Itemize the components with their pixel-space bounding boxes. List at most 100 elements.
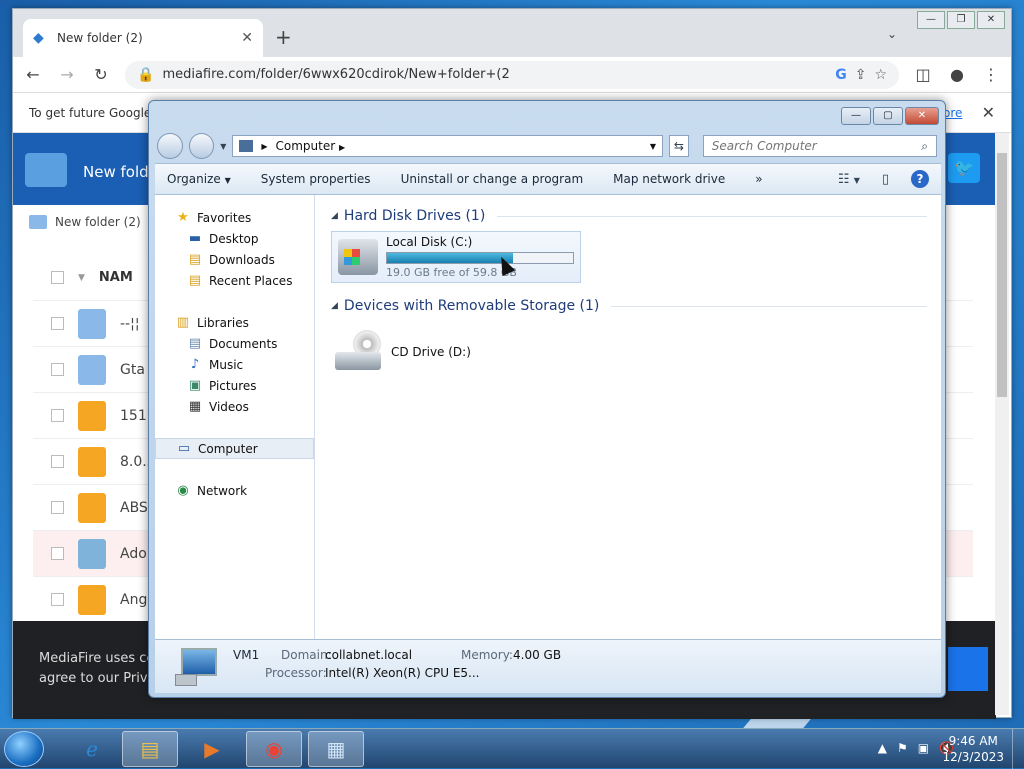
uninstall-program-button[interactable]: Uninstall or change a program: [401, 172, 584, 186]
column-header-name[interactable]: NAM: [99, 270, 133, 285]
file-name[interactable]: Ang: [120, 592, 147, 608]
explorer-close-button[interactable]: ✕: [905, 107, 939, 125]
explorer-maximize-button[interactable]: ▢: [873, 107, 903, 125]
side-panel-icon[interactable]: ◫: [913, 65, 933, 84]
computer-window-taskbar-icon[interactable]: ▦: [308, 731, 364, 767]
row-checkbox[interactable]: [51, 363, 64, 376]
chrome-window-controls: — ❐ ✕: [917, 11, 1005, 29]
search-icon[interactable]: ⌕: [921, 139, 928, 154]
file-explorer-taskbar-icon[interactable]: ▤: [122, 731, 178, 767]
new-tab-button[interactable]: +: [275, 25, 292, 49]
row-checkbox[interactable]: [51, 455, 64, 468]
cookie-accept-button[interactable]: [948, 647, 988, 691]
nav-favorites[interactable]: ★ Favorites: [155, 207, 314, 228]
explorer-search-box[interactable]: ⌕: [702, 135, 937, 157]
bookmark-star-icon[interactable]: ☆: [874, 67, 887, 83]
exe-file-icon: [78, 538, 106, 569]
organize-button[interactable]: Organize ▼: [167, 172, 231, 186]
collapse-triangle-icon[interactable]: ◢: [331, 301, 338, 311]
close-tab-icon[interactable]: ✕: [241, 30, 253, 46]
network-tray-icon[interactable]: ▣: [918, 741, 929, 755]
back-button[interactable]: [157, 133, 183, 159]
lock-icon[interactable]: 🔒: [137, 67, 154, 83]
group-hard-disk-drives[interactable]: ◢ Hard Disk Drives (1): [331, 205, 927, 227]
nav-videos[interactable]: ▦ Videos: [155, 396, 314, 417]
reload-icon[interactable]: ↻: [91, 65, 111, 84]
minimize-button[interactable]: —: [917, 11, 945, 29]
cd-drive-d-tile[interactable]: CD Drive (D:): [331, 327, 927, 377]
chrome-taskbar-icon[interactable]: ◉: [246, 731, 302, 767]
restore-button[interactable]: ❐: [947, 11, 975, 29]
close-window-button[interactable]: ✕: [977, 11, 1005, 29]
address-bar[interactable]: 🔒 mediafire.com/folder/6wwx620cdirok/New…: [125, 60, 899, 89]
explorer-minimize-button[interactable]: —: [841, 107, 871, 125]
media-player-icon[interactable]: ▶: [184, 731, 240, 767]
clock[interactable]: 9:46 AM 12/3/2023: [942, 733, 1004, 765]
refresh-button[interactable]: ⇆: [669, 135, 689, 157]
file-name[interactable]: Gta: [120, 362, 145, 378]
cd-drive-name: CD Drive (D:): [391, 345, 471, 359]
collapse-triangle-icon[interactable]: ◢: [331, 211, 338, 221]
recent-pages-chevron-icon[interactable]: ▼: [220, 142, 226, 151]
network-icon: ◉: [177, 482, 189, 498]
infobar-close-icon[interactable]: ✕: [982, 103, 995, 122]
help-icon[interactable]: ?: [911, 170, 929, 188]
group-removable-storage[interactable]: ◢ Devices with Removable Storage (1): [331, 295, 927, 317]
scrollbar-thumb[interactable]: [997, 153, 1007, 397]
zip-file-icon: [78, 446, 106, 477]
nav-music[interactable]: ♪ Music: [155, 354, 314, 375]
browser-tab[interactable]: ◆ New folder (2) ✕: [23, 19, 263, 57]
profile-avatar-icon[interactable]: ●: [947, 65, 967, 84]
preview-pane-icon[interactable]: ▯: [882, 172, 889, 187]
nav-network[interactable]: ◉ Network: [155, 480, 314, 501]
nav-recent-places[interactable]: ▤ Recent Places: [155, 270, 314, 291]
explorer-address-bar[interactable]: ▶ Computer ▶ ▼: [232, 135, 664, 157]
nav-computer[interactable]: ▭ Computer: [155, 438, 314, 459]
action-center-icon[interactable]: ⚑: [897, 741, 908, 755]
system-properties-button[interactable]: System properties: [261, 172, 371, 186]
row-checkbox[interactable]: [51, 409, 64, 422]
start-button[interactable]: [4, 731, 44, 767]
url-text[interactable]: mediafire.com/folder/6wwx620cdirok/New+f…: [162, 67, 827, 82]
search-input[interactable]: [711, 139, 922, 153]
show-hidden-icons-icon[interactable]: ▲: [878, 741, 887, 755]
breadcrumb[interactable]: New folder (2): [29, 215, 141, 229]
row-checkbox[interactable]: [51, 317, 64, 330]
file-name[interactable]: --¦¦: [120, 316, 140, 332]
clock-time: 9:46 AM: [948, 734, 998, 748]
row-checkbox[interactable]: [51, 501, 64, 514]
tab-search-chevron-icon[interactable]: ⌄: [887, 27, 897, 41]
explorer-body: ★ Favorites ▬ Desktop ▤ Downloads ▤ Recent P…: [155, 195, 941, 639]
row-checkbox[interactable]: [51, 547, 64, 560]
file-name[interactable]: ABS: [120, 500, 148, 516]
breadcrumb-label[interactable]: New folder (2): [55, 215, 141, 229]
sort-chevron-icon[interactable]: ▼: [78, 273, 85, 283]
map-network-drive-button[interactable]: Map network drive: [613, 172, 725, 186]
zip-file-icon: [78, 584, 106, 615]
select-all-checkbox[interactable]: [51, 271, 64, 284]
internet-explorer-icon[interactable]: ℯ: [64, 731, 120, 767]
nav-desktop[interactable]: ▬ Desktop: [155, 228, 314, 249]
forward-button[interactable]: [188, 133, 215, 159]
nav-libraries[interactable]: ▥ Libraries: [155, 312, 314, 333]
nav-documents[interactable]: ▤ Documents: [155, 333, 314, 354]
forward-icon[interactable]: →: [57, 65, 77, 84]
local-disk-c-tile[interactable]: Local Disk (C:) 19.0 GB free of 59.8 GB: [331, 231, 581, 283]
file-name[interactable]: Adol: [120, 546, 151, 562]
row-checkbox[interactable]: [51, 593, 64, 606]
menu-kebab-icon[interactable]: ⋮: [981, 65, 1001, 84]
back-icon[interactable]: ←: [23, 65, 43, 84]
address-arrow-icon[interactable]: ▶: [261, 142, 267, 151]
more-commands-button[interactable]: »: [755, 172, 762, 186]
nav-downloads[interactable]: ▤ Downloads: [155, 249, 314, 270]
change-view-icon[interactable]: ☷ ▼: [838, 172, 860, 187]
address-dropdown-icon[interactable]: ▼: [650, 142, 656, 151]
show-desktop-button[interactable]: [1012, 729, 1024, 769]
nav-pictures[interactable]: ▣ Pictures: [155, 375, 314, 396]
folder-icon: [25, 153, 67, 187]
twitter-icon[interactable]: 🐦: [948, 153, 980, 183]
page-scrollbar[interactable]: [995, 133, 1009, 715]
address-computer-segment[interactable]: Computer ▶: [276, 139, 642, 153]
google-icon[interactable]: G: [835, 67, 847, 83]
share-icon[interactable]: ⇪: [855, 67, 867, 83]
